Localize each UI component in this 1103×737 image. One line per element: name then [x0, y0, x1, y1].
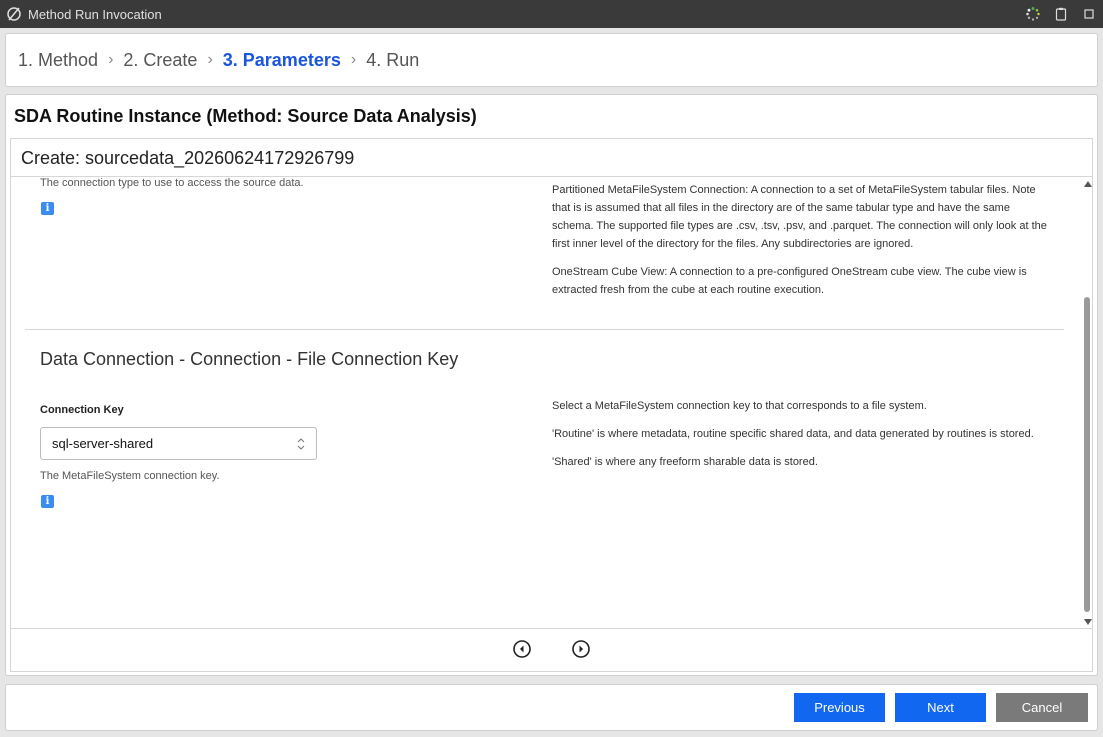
connection-key-label: Connection Key [40, 404, 124, 416]
section-divider [25, 329, 1064, 330]
app-logo-icon [2, 0, 26, 28]
info-icon[interactable]: i [41, 202, 54, 215]
create-form-container: Create: sourcedata_20260624172926799 The… [10, 138, 1093, 672]
create-title: Create: sourcedata_20260624172926799 [21, 148, 355, 168]
dialog-footer: Previous Next Cancel [5, 684, 1098, 731]
chevron-right-icon: › [350, 51, 357, 68]
scrollbar-thumb[interactable] [1084, 297, 1090, 612]
scroll-up-arrow-icon[interactable] [1084, 181, 1092, 187]
connection-key-select[interactable]: sql-server-shared [40, 427, 317, 460]
circle-chevron-right-icon [572, 640, 590, 658]
connection-type-description: Partitioned MetaFileSystem Connection: A… [552, 181, 1052, 309]
clipboard-icon[interactable] [1053, 6, 1069, 22]
window-title: Method Run Invocation [28, 6, 162, 22]
parameters-scroll-area[interactable]: The connection type to use to access the… [11, 177, 1078, 628]
wizard-steps-breadcrumb: 1. Method › 2. Create › 3. Parameters › … [5, 33, 1098, 87]
panel-title: SDA Routine Instance (Method: Source Dat… [14, 106, 477, 126]
description-paragraph: Select a MetaFileSystem connection key t… [552, 400, 927, 412]
connection-key-help-text: The MetaFileSystem connection key. [40, 470, 220, 482]
connection-key-value: sql-server-shared [52, 436, 154, 451]
routine-instance-panel: SDA Routine Instance (Method: Source Dat… [5, 94, 1098, 676]
description-paragraph: 'Routine' is where metadata, routine spe… [552, 428, 1034, 440]
description-paragraph: Partitioned MetaFileSystem Connection: A… [552, 184, 1047, 250]
wizard-step-run[interactable]: 4. Run [366, 50, 419, 71]
description-paragraph: OneStream Cube View: A connection to a p… [552, 266, 1027, 296]
maximize-icon[interactable] [1081, 6, 1097, 22]
previous-section-button[interactable] [512, 639, 532, 659]
connection-key-description: Select a MetaFileSystem connection key t… [552, 397, 1052, 481]
chevron-right-icon: › [207, 51, 213, 68]
scroll-down-arrow-icon[interactable] [1084, 619, 1092, 625]
window-titlebar: Method Run Invocation [0, 0, 1103, 28]
section-pager [11, 629, 1092, 671]
wizard-step-parameters[interactable]: 3. Parameters [223, 50, 341, 71]
wizard-step-method[interactable]: 1. Method [18, 50, 98, 71]
previous-button[interactable]: Previous [794, 693, 885, 722]
vertical-scrollbar[interactable] [1082, 177, 1094, 628]
next-section-button[interactable] [571, 639, 591, 659]
cancel-button[interactable]: Cancel [996, 693, 1088, 722]
description-paragraph: 'Shared' is where any freeform sharable … [552, 456, 818, 468]
window-controls [1025, 0, 1097, 28]
loading-spinner-icon [1025, 6, 1041, 22]
connection-type-help-text: The connection type to use to access the… [40, 177, 304, 189]
circle-chevron-left-icon [513, 640, 531, 658]
wizard-step-create[interactable]: 2. Create [123, 50, 197, 71]
info-icon[interactable]: i [41, 495, 54, 508]
file-connection-section-heading: Data Connection - Connection - File Conn… [40, 349, 459, 369]
next-button[interactable]: Next [895, 693, 986, 722]
chevron-right-icon: › [108, 51, 114, 68]
chevron-updown-icon [296, 436, 306, 452]
